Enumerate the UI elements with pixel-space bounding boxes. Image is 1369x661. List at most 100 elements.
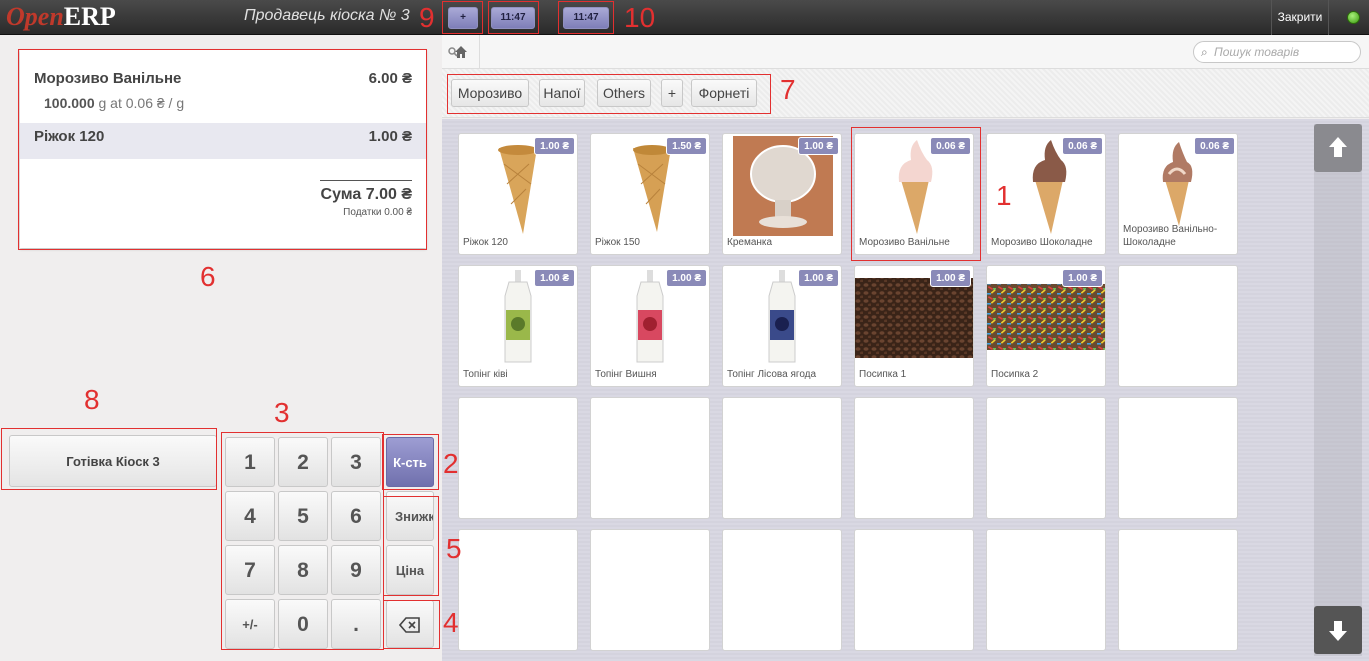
product-tile[interactable]: 1.00 ₴ Креманка <box>722 133 842 255</box>
top-bar: OpenERP Продавець кіоска № 3 + 11:47 11:… <box>0 0 1369 35</box>
numpad-key-6[interactable]: 6 <box>331 491 381 541</box>
product-tile[interactable]: 1.00 ₴ Посипка 1 <box>854 265 974 387</box>
scrollbar-track[interactable] <box>1314 124 1362 656</box>
product-price: 1.00 ₴ <box>1062 269 1103 287</box>
product-price: 1.00 ₴ <box>534 137 575 155</box>
empty-tile <box>854 529 974 651</box>
breadcrumb-bar: Пошук товарів ⌕ <box>442 35 1369 69</box>
numpad-key-4[interactable]: 4 <box>225 491 275 541</box>
numpad-key-dot[interactable]: . <box>331 599 381 649</box>
product-name: Морозиво Шоколадне <box>991 237 1093 248</box>
arrow-down-icon <box>1329 621 1347 641</box>
annotation-number: 9 <box>419 2 435 33</box>
add-order-button[interactable]: + <box>448 7 478 29</box>
category-button[interactable]: Форнеті <box>691 79 757 107</box>
order-summary: Сума 7.00 ₴ Податки 0.00 ₴ <box>321 180 412 218</box>
product-name: Морозиво Ванільно-Шоколадне <box>1123 224 1218 248</box>
scroll-down-button[interactable] <box>1314 606 1362 654</box>
order-tab-2[interactable]: 11:47 <box>563 7 609 29</box>
product-name: Топінг Лісова ягода <box>727 369 817 380</box>
product-price: 1.00 ₴ <box>930 269 971 287</box>
order-line-price: 6.00 ₴ <box>368 70 412 87</box>
category-button[interactable]: Others <box>597 79 651 107</box>
annotation-number: 4 <box>443 607 459 638</box>
order-line-name: Ріжок 120 <box>34 128 105 145</box>
product-price: 0.06 ₴ <box>930 137 971 155</box>
annotation-number: 2 <box>443 448 459 479</box>
order-panel: Морозиво Ванільне 6.00 ₴ 100.000 g at 0.… <box>20 50 426 248</box>
numpad-key-3[interactable]: 3 <box>331 437 381 487</box>
category-button[interactable]: Напої <box>539 79 585 107</box>
product-tile[interactable]: 0.06 ₴ Морозиво Ванільно-Шоколадне <box>1118 133 1238 255</box>
mode-quantity-button[interactable]: К-сть <box>386 437 434 487</box>
backspace-button[interactable] <box>386 600 434 648</box>
empty-tile <box>590 529 710 651</box>
product-price: 1.00 ₴ <box>798 269 839 287</box>
product-name: Морозиво Ванільне <box>859 237 950 248</box>
product-tile[interactable]: 1.50 ₴ Ріжок 150 <box>590 133 710 255</box>
connection-status-icon <box>1347 11 1360 24</box>
annotation-number: 3 <box>274 397 290 428</box>
product-name: Топінг ківі <box>463 369 508 380</box>
arrow-up-icon <box>1329 137 1347 157</box>
numpad-key-7[interactable]: 7 <box>225 545 275 595</box>
empty-tile <box>986 529 1106 651</box>
empty-tile <box>458 529 578 651</box>
numpad-key-8[interactable]: 8 <box>278 545 328 595</box>
openerp-logo: OpenERP <box>6 2 116 31</box>
order-tab-1[interactable]: 11:47 <box>491 7 535 29</box>
mode-price-button[interactable]: Ціна <box>386 545 434 595</box>
annotation-number: 10 <box>624 2 656 33</box>
empty-tile <box>722 397 842 519</box>
product-price: 0.06 ₴ <box>1062 137 1103 155</box>
product-name: Посипка 1 <box>859 369 907 380</box>
product-price: 1.50 ₴ <box>666 137 707 155</box>
annotation-number: 8 <box>84 384 100 415</box>
product-tile[interactable]: 1.00 ₴ Топінг Вишня <box>590 265 710 387</box>
product-name: Ріжок 120 <box>463 237 508 248</box>
annotation-number: 7 <box>780 74 796 105</box>
order-total: Сума 7.00 ₴ <box>320 186 412 203</box>
product-search-input[interactable]: Пошук товарів ⌕ <box>1193 41 1361 63</box>
product-tile[interactable]: 1.00 ₴ Ріжок 120 <box>458 133 578 255</box>
product-price: 0.06 ₴ <box>1194 137 1235 155</box>
order-line[interactable]: Морозиво Ванільне 6.00 ₴ 100.000 g at 0.… <box>20 50 426 122</box>
cash-payment-button[interactable]: Готівка Кіоск 3 <box>9 435 217 487</box>
product-tile[interactable]: 0.06 ₴ Морозиво Ванільне <box>854 133 974 255</box>
category-button[interactable]: + <box>661 79 683 107</box>
order-line-price: 1.00 ₴ <box>368 128 412 145</box>
mode-discount-button[interactable]: Знижка <box>386 491 434 541</box>
numpad-key-1[interactable]: 1 <box>225 437 275 487</box>
product-tile[interactable]: 1.00 ₴ Топінг Лісова ягода <box>722 265 842 387</box>
order-taxes: Податки 0.00 ₴ <box>343 207 412 218</box>
order-line-selected[interactable]: Ріжок 120 1.00 ₴ <box>20 123 426 159</box>
product-price: 1.00 ₴ <box>534 269 575 287</box>
search-field-icon: ⌕ <box>1201 45 1208 59</box>
close-button[interactable]: Закрити <box>1271 0 1329 35</box>
product-name: Ріжок 150 <box>595 237 640 248</box>
product-tile[interactable]: 1.00 ₴ Посипка 2 <box>986 265 1106 387</box>
empty-tile <box>722 529 842 651</box>
numpad-key-2[interactable]: 2 <box>278 437 328 487</box>
product-name: Посипка 2 <box>991 369 1039 380</box>
order-line-detail: 100.000 g at 0.06 ₴ / g <box>44 95 185 111</box>
order-line-name: Морозиво Ванільне <box>34 70 182 87</box>
product-name: Топінг Вишня <box>595 369 657 380</box>
empty-tile <box>590 397 710 519</box>
category-button[interactable]: Морозиво <box>451 79 529 107</box>
empty-tile <box>1118 529 1238 651</box>
product-name: Креманка <box>727 237 773 248</box>
backspace-icon <box>398 617 420 633</box>
numpad-key-5[interactable]: 5 <box>278 491 328 541</box>
cashier-name: Продавець кіоска № 3 <box>244 7 410 24</box>
empty-tile <box>986 397 1106 519</box>
numpad-key-9[interactable]: 9 <box>331 545 381 595</box>
annotation-number: 1 <box>996 180 1012 211</box>
product-price: 1.00 ₴ <box>798 137 839 155</box>
annotation-number: 5 <box>446 533 462 564</box>
numpad-key-plusminus[interactable]: +/- <box>225 599 275 649</box>
numpad-key-0[interactable]: 0 <box>278 599 328 649</box>
empty-tile <box>854 397 974 519</box>
scroll-up-button[interactable] <box>1314 124 1362 172</box>
product-tile[interactable]: 1.00 ₴ Топінг ківі <box>458 265 578 387</box>
